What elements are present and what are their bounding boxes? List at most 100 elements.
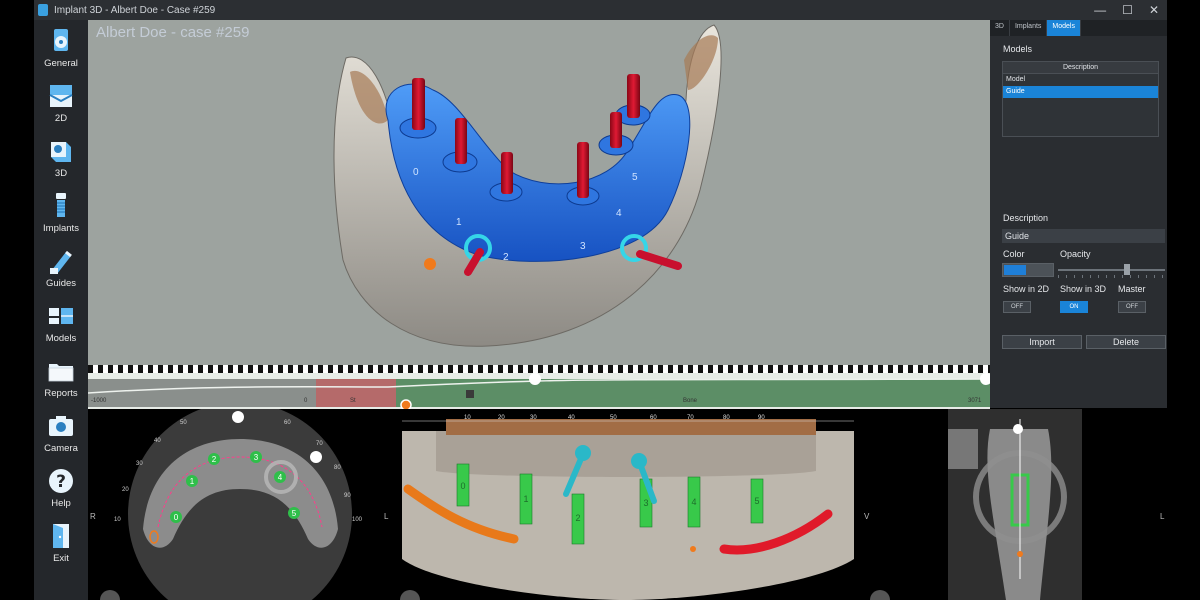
axial-tick-20: 20 <box>122 487 129 493</box>
pano-tick-90: 90 <box>758 415 765 421</box>
models-list: Description Model Guide <box>1002 61 1159 137</box>
exit-door-icon <box>53 524 69 548</box>
cube-3d-icon <box>51 142 71 162</box>
camera-icon <box>49 416 73 436</box>
color-swatch[interactable] <box>1002 263 1054 277</box>
axial-tick-80: 80 <box>334 465 341 471</box>
list-header[interactable]: Description <box>1003 62 1158 74</box>
tool-label: Reports <box>44 388 78 399</box>
window-controls: — ☐ ✕ <box>1094 3 1167 17</box>
pano-tick-70: 70 <box>687 415 694 421</box>
disc-icon <box>54 29 68 51</box>
pano-tick-30: 30 <box>530 415 537 421</box>
axial-implant-5: 5 <box>292 509 297 518</box>
axial-view-button[interactable] <box>100 590 120 600</box>
tool-camera[interactable]: Camera <box>34 411 88 461</box>
show-3d-label: Show in 3D <box>1060 284 1107 294</box>
show-2d-label: Show in 2D <box>1003 284 1050 294</box>
tool-label: Camera <box>44 443 78 454</box>
svg-text:?: ? <box>56 472 66 492</box>
properties-panel: 3D Implants Models Models Description Mo… <box>990 20 1167 408</box>
axial-view[interactable]: 0 1 2 3 4 5 10 20 30 40 50 60 70 80 90 1… <box>88 409 393 600</box>
pano-tick-60: 60 <box>650 415 657 421</box>
axial-implant-3: 3 <box>254 453 259 462</box>
import-button[interactable]: Import <box>1002 335 1082 349</box>
density-strip[interactable]: -1000 0 St Bone 3071 <box>88 365 990 409</box>
cross-view-button[interactable] <box>870 590 890 600</box>
pano-tick-20: 20 <box>498 415 505 421</box>
description-title: Description <box>1003 213 1049 223</box>
slider-ticks <box>1058 275 1165 278</box>
window-title: Implant 3D - Albert Doe - Case #259 <box>54 4 216 16</box>
opacity-slider-knob[interactable] <box>1123 264 1130 275</box>
axial-side-left: L <box>384 512 389 521</box>
axial-tick-90: 90 <box>344 493 351 499</box>
density-curve <box>88 373 990 409</box>
show-3d-toggle[interactable]: ON <box>1060 301 1088 313</box>
app-window: Implant 3D - Albert Doe - Case #259 — ☐ … <box>0 0 1200 600</box>
opacity-label: Opacity <box>1060 249 1091 259</box>
tool-label: General <box>44 58 78 69</box>
axial-implant-0: 0 <box>174 513 179 522</box>
axial-tick-60: 60 <box>284 420 291 426</box>
description-field[interactable]: Guide <box>1002 229 1165 243</box>
axial-tick-40: 40 <box>154 438 161 444</box>
delete-button[interactable]: Delete <box>1086 335 1166 349</box>
show-2d-toggle[interactable]: OFF <box>1003 301 1031 313</box>
tool-implants[interactable]: Implants <box>34 191 88 241</box>
list-item-model[interactable]: Model <box>1003 74 1158 86</box>
implant-number-4: 4 <box>616 208 622 219</box>
cross-section-view[interactable]: V L <box>862 409 1167 600</box>
viewport-3d[interactable]: 0 1 2 3 4 5 Albert Doe - case #259 <box>88 20 990 365</box>
tab-3d[interactable]: 3D <box>990 20 1010 36</box>
strip-label-st: St <box>350 398 356 404</box>
main-toolbar: General 2D 3D Implants Guides Models Rep… <box>34 20 88 600</box>
master-label: Master <box>1118 284 1146 294</box>
tool-general[interactable]: General <box>34 26 88 76</box>
minimize-button[interactable]: — <box>1094 3 1106 17</box>
cross-side-v: V <box>864 512 870 521</box>
cross-ct-slice: V L <box>864 409 1165 600</box>
color-label: Color <box>1003 249 1025 259</box>
tool-exit[interactable]: Exit <box>34 521 88 571</box>
tab-implants[interactable]: Implants <box>1010 20 1048 36</box>
implant-number-2: 2 <box>503 252 509 263</box>
tool-reports[interactable]: Reports <box>34 356 88 406</box>
implant-number-0: 0 <box>413 167 419 178</box>
case-title: Albert Doe - case #259 <box>96 24 250 41</box>
opacity-slider[interactable] <box>1058 264 1165 278</box>
close-button[interactable]: ✕ <box>1149 3 1159 17</box>
panoramic-view[interactable]: 10 20 30 40 50 60 70 80 90 0 1 2 3 4 5 <box>396 409 859 600</box>
models-title: Models <box>1003 44 1033 54</box>
tool-3d[interactable]: 3D <box>34 136 88 186</box>
strip-label-max: 3071 <box>968 398 982 404</box>
tool-label: 3D <box>54 168 68 179</box>
pano-implant-0: 0 <box>460 481 465 491</box>
implant-number-3: 3 <box>580 241 586 252</box>
master-toggle[interactable]: OFF <box>1118 301 1146 313</box>
axial-tick-70: 70 <box>316 441 323 447</box>
axial-ct-slice: 0 1 2 3 4 5 10 20 30 40 50 60 70 80 90 1… <box>90 409 389 600</box>
axial-side-right: R <box>90 512 96 521</box>
tool-label: Exit <box>53 553 69 564</box>
panoramic-render: 10 20 30 40 50 60 70 80 90 0 1 2 3 4 5 <box>396 409 859 600</box>
tool-2d[interactable]: 2D <box>34 81 88 131</box>
tool-models[interactable]: Models <box>34 301 88 351</box>
jaw-3d-render: 0 1 2 3 4 5 <box>333 24 722 347</box>
tool-guides[interactable]: Guides <box>34 246 88 296</box>
panel-tabs: 3D Implants Models <box>990 20 1167 36</box>
maximize-button[interactable]: ☐ <box>1122 3 1133 17</box>
axial-tick-100: 100 <box>352 517 363 523</box>
axial-tick-30: 30 <box>136 461 143 467</box>
tool-label: Implants <box>43 223 79 234</box>
strip-label-bone: Bone <box>683 398 698 404</box>
pano-tick-10: 10 <box>464 415 471 421</box>
folder-icon <box>48 364 74 382</box>
app-logo-icon <box>38 4 48 16</box>
axial-tick-50: 50 <box>180 420 187 426</box>
tool-help[interactable]: ? Help <box>34 466 88 516</box>
list-item-guide[interactable]: Guide <box>1003 86 1158 98</box>
pano-implant-3: 3 <box>643 498 648 508</box>
guide-icon <box>50 250 72 274</box>
tab-models[interactable]: Models <box>1047 20 1081 36</box>
